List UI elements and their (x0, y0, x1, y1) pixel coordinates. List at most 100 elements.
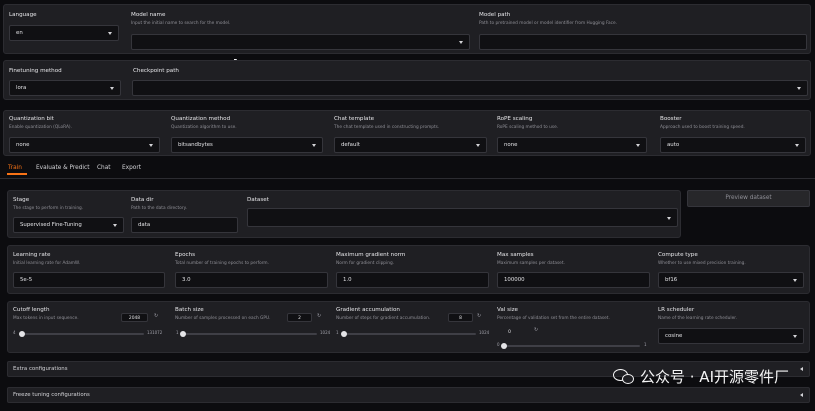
wechat-icon (613, 368, 635, 386)
max-samples-input[interactable]: 100000 (497, 272, 650, 288)
advanced-settings-panel: Quantization bit Enable quantization (QL… (3, 110, 811, 156)
lr-scheduler-info: Name of the learning rate scheduler. (658, 316, 737, 321)
cutoff-length-slider-handle[interactable] (18, 331, 25, 337)
checkpoint-path-label: Checkpoint path (133, 68, 179, 74)
data-dir-info: Path to the data directory. (131, 206, 187, 211)
batch-size-info: Number of samples processed on each GPU. (175, 316, 271, 321)
chevron-down-icon (113, 224, 117, 227)
batch-size-max: 1024 (320, 330, 331, 335)
lr-scheduler-cell: LR scheduler Name of the learning rate s… (655, 302, 811, 354)
stage-info: The stage to perform in training. (13, 206, 84, 211)
batch-size-number-input[interactable]: 2 (287, 313, 312, 322)
gradient-accumulation-number-input[interactable]: 8 (448, 313, 473, 322)
compute-type-value: bf16 (665, 277, 678, 283)
quantization-method-info: Quantization algorithm to use. (171, 125, 237, 130)
compute-type-info: Whether to use mixed precision training. (658, 261, 746, 266)
reset-icon[interactable]: ↻ (154, 313, 158, 319)
dataset-cell: Dataset (244, 191, 682, 239)
reset-icon[interactable]: ↻ (317, 313, 321, 319)
chevron-down-icon (797, 87, 801, 90)
model-path-cell: Model path Path to pretrained model or m… (475, 5, 811, 55)
reset-icon[interactable]: ↻ (477, 313, 481, 319)
batch-size-slider-handle[interactable] (180, 331, 187, 337)
cutoff-length-number-input[interactable]: 2048 (121, 313, 148, 322)
finetuning-method-label: Finetuning method (9, 68, 62, 74)
gradient-accumulation-cell: Gradient accumulation Number of steps fo… (334, 302, 494, 354)
language-label: Language (9, 12, 37, 18)
chat-template-info: The chat template used in constructing p… (334, 125, 440, 130)
max-grad-norm-cell: Maximum gradient norm Norm for gradient … (334, 246, 494, 295)
chevron-down-icon (110, 87, 114, 90)
stage-value: Supervised Fine-Tuning (20, 222, 82, 228)
compute-type-dropdown[interactable]: bf16 (658, 272, 804, 288)
tab-export[interactable]: Export (122, 165, 141, 171)
compute-type-cell: Compute type Whether to use mixed precis… (655, 246, 811, 295)
quantization-bit-dropdown[interactable]: none (9, 137, 160, 153)
learning-rate-input[interactable]: 5e-5 (13, 272, 165, 288)
finetuning-method-value: lora (16, 85, 27, 91)
chevron-down-icon (459, 41, 463, 44)
booster-dropdown[interactable]: auto (660, 137, 806, 153)
cutoff-length-info: Max tokens in input sequence. (13, 316, 79, 321)
max-grad-norm-label: Maximum gradient norm (336, 252, 406, 258)
quantization-bit-info: Enable quantization (QLoRA). (9, 125, 72, 130)
chevron-down-icon (795, 144, 799, 147)
cutoff-length-value: 2048 (128, 315, 141, 321)
preview-dataset-button[interactable]: Preview dataset (687, 190, 810, 207)
max-samples-value: 100000 (504, 277, 525, 283)
freeze-tuning-title: Freeze tuning configurations (13, 392, 90, 398)
quantization-method-dropdown[interactable]: bitsandbytes (171, 137, 323, 153)
chevron-down-icon (793, 279, 797, 282)
tab-chat[interactable]: Chat (97, 165, 111, 171)
val-size-info: Percentage of validation set from the en… (497, 316, 610, 321)
chevron-down-icon (476, 144, 480, 147)
chevron-down-icon (108, 32, 112, 35)
rope-scaling-dropdown[interactable]: none (497, 137, 647, 153)
booster-info: Approach used to boost training speed. (660, 125, 745, 130)
watermark-text: 公众号 · AI开源零件厂 (640, 368, 789, 386)
model-name-info: Input the initial name to search for the… (131, 21, 231, 26)
gradient-accumulation-info: Number of steps for gradient accumulatio… (336, 316, 431, 321)
chat-template-cell: Chat template The chat template used in … (330, 111, 490, 157)
val-size-slider-handle[interactable] (501, 343, 507, 349)
reset-icon[interactable]: ↻ (534, 327, 538, 333)
max-grad-norm-input[interactable]: 1.0 (336, 272, 489, 288)
model-name-dropdown[interactable] (131, 34, 470, 50)
model-path-info: Path to pretrained model or model identi… (479, 21, 618, 26)
val-size-slider[interactable] (501, 343, 640, 349)
data-dir-label: Data dir (131, 197, 154, 203)
tab-train[interactable]: Train (8, 165, 22, 171)
chat-template-dropdown[interactable]: default (334, 137, 487, 153)
slider-settings-panel: Cutoff length Max tokens in input sequen… (7, 301, 810, 353)
dataset-label: Dataset (247, 197, 269, 203)
finetuning-method-dropdown[interactable]: lora (9, 80, 121, 96)
learning-rate-info: Initial learning rate for AdamW. (13, 261, 81, 266)
cutoff-length-max: 131072 (147, 330, 163, 335)
quantization-method-cell: Quantization method Quantization algorit… (167, 111, 327, 157)
model-path-label: Model path (479, 12, 511, 18)
batch-size-slider[interactable] (180, 331, 317, 337)
max-samples-cell: Max samples Maximum samples per dataset.… (494, 246, 654, 295)
dataset-dropdown[interactable] (247, 208, 678, 227)
data-dir-input[interactable]: data (131, 217, 238, 233)
gradient-accumulation-slider[interactable] (340, 331, 476, 337)
gradient-accumulation-slider-handle[interactable] (340, 331, 347, 337)
triangle-left-icon (800, 367, 803, 371)
language-dropdown[interactable]: en (9, 25, 119, 41)
booster-label: Booster (660, 116, 682, 122)
model-path-input[interactable] (479, 34, 807, 50)
cutoff-length-slider[interactable] (18, 331, 144, 337)
epochs-cell: Epochs Total number of training epochs t… (171, 246, 331, 295)
val-size-number-input[interactable]: 0 (502, 327, 517, 336)
lr-scheduler-dropdown[interactable]: cosine (658, 328, 804, 344)
stage-dropdown[interactable]: Supervised Fine-Tuning (13, 217, 124, 233)
freeze-tuning-accordion[interactable]: Freeze tuning configurations (7, 387, 810, 403)
tab-evaluate-predict[interactable]: Evaluate & Predict (36, 165, 90, 171)
quantization-bit-cell: Quantization bit Enable quantization (QL… (4, 111, 164, 157)
epochs-input[interactable]: 3.0 (175, 272, 328, 288)
finetune-panel: Finetuning method lora Checkpoint path (3, 60, 811, 100)
chevron-down-icon (149, 144, 153, 147)
data-settings-panel: Stage The stage to perform in training. … (7, 190, 681, 238)
checkpoint-path-dropdown[interactable] (132, 80, 808, 96)
quantization-method-label: Quantization method (171, 116, 231, 122)
